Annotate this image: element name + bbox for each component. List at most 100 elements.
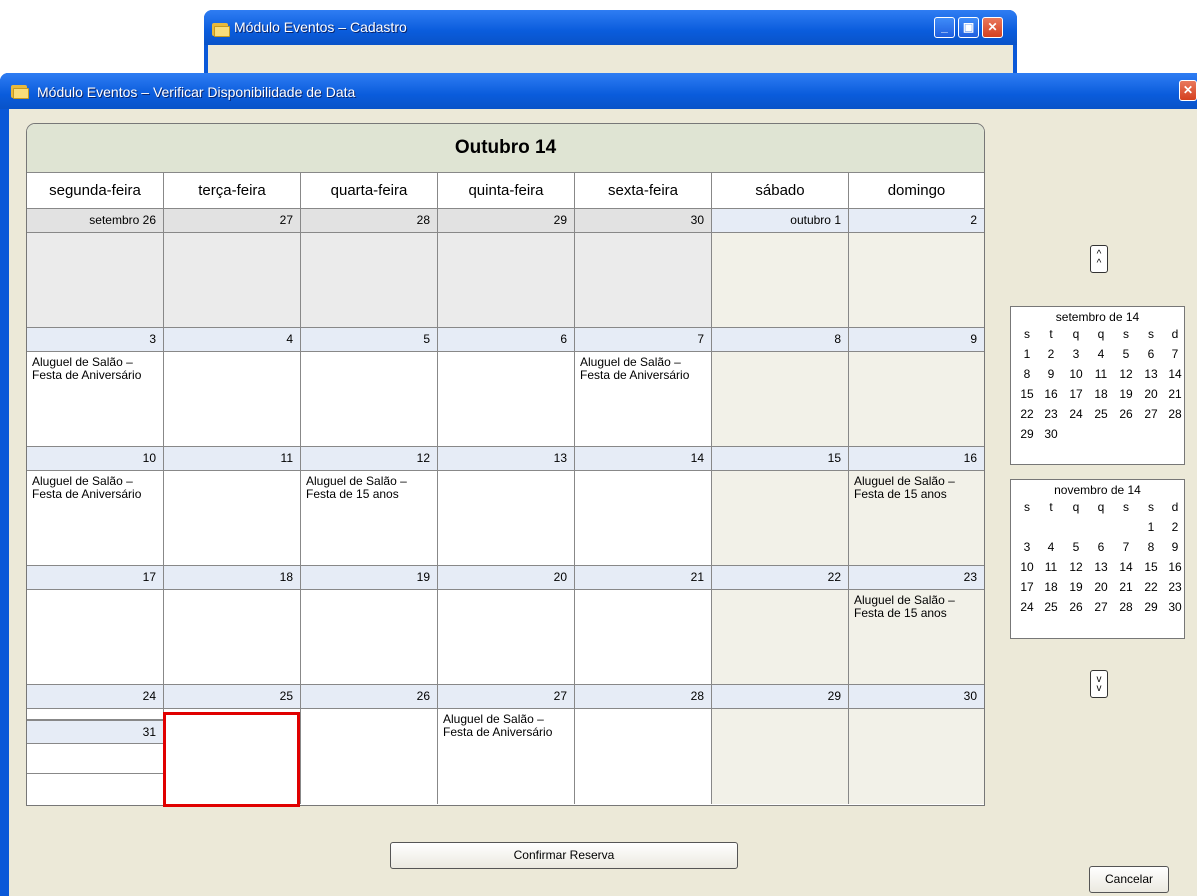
mini-calendar-day[interactable]: 22 xyxy=(1015,407,1039,421)
mini-calendar-day[interactable]: 20 xyxy=(1139,387,1163,401)
day-cell-blank[interactable] xyxy=(27,709,163,720)
mini-calendar-day[interactable]: 28 xyxy=(1163,407,1187,421)
mini-calendar-day[interactable]: 12 xyxy=(1064,560,1088,574)
day-cell[interactable]: 26 xyxy=(301,685,438,804)
mini-calendar-day[interactable]: 4 xyxy=(1089,347,1113,361)
mini-calendar-day[interactable]: 25 xyxy=(1039,600,1063,614)
mini-calendar-day[interactable]: 10 xyxy=(1064,367,1088,381)
day-cell[interactable]: 10 Aluguel de Salão – Festa de Aniversári… xyxy=(27,447,164,566)
mini-calendar-day[interactable]: 21 xyxy=(1114,580,1138,594)
mini-calendar-day[interactable]: 11 xyxy=(1089,367,1113,381)
mini-calendar-day[interactable]: 5 xyxy=(1114,347,1138,361)
close-button[interactable]: ✕ xyxy=(982,17,1003,38)
day-cell[interactable]: 28 xyxy=(301,209,438,328)
mini-calendar-day[interactable]: 6 xyxy=(1089,540,1113,554)
mini-calendar-day[interactable]: 28 xyxy=(1114,600,1138,614)
day-cell[interactable]: 30 xyxy=(575,209,712,328)
day-cell[interactable]: 29 xyxy=(712,685,849,804)
event-label[interactable]: Aluguel de Salão – Festa de 15 anos xyxy=(854,594,979,620)
mini-calendar-day[interactable]: 16 xyxy=(1039,387,1063,401)
mini-calendar-day[interactable]: 26 xyxy=(1114,407,1138,421)
day-cell[interactable]: 9 xyxy=(849,328,984,447)
mini-calendar-day[interactable]: 12 xyxy=(1114,367,1138,381)
mini-calendar-day[interactable]: 21 xyxy=(1163,387,1187,401)
mini-calendar-day[interactable]: 8 xyxy=(1015,367,1039,381)
mini-calendar-day[interactable]: 29 xyxy=(1139,600,1163,614)
mini-calendar-day[interactable]: 13 xyxy=(1139,367,1163,381)
event-label[interactable]: Aluguel de Salão – Festa de 15 anos xyxy=(854,475,979,501)
mini-calendar-day[interactable]: 23 xyxy=(1039,407,1063,421)
day-cell[interactable]: setembro 26 xyxy=(27,209,164,328)
day-cell[interactable]: 29 xyxy=(438,209,575,328)
mini-calendar-day[interactable]: 19 xyxy=(1114,387,1138,401)
mini-calendar-day[interactable]: 19 xyxy=(1064,580,1088,594)
day-cell[interactable]: 8 xyxy=(712,328,849,447)
mini-calendar-day[interactable]: 17 xyxy=(1015,580,1039,594)
event-label[interactable]: Aluguel de Salão – Festa de Aniversário xyxy=(580,356,705,382)
day-cell[interactable]: 6 xyxy=(438,328,575,447)
mini-calendar-day[interactable]: 18 xyxy=(1039,580,1063,594)
mini-calendar-day[interactable]: 9 xyxy=(1163,540,1187,554)
mini-calendar-day[interactable]: 2 xyxy=(1039,347,1063,361)
mini-calendar-day[interactable]: 27 xyxy=(1089,600,1113,614)
mini-calendar-day[interactable]: 4 xyxy=(1039,540,1063,554)
day-cell[interactable]: 27 xyxy=(164,209,301,328)
day-cell[interactable]: 22 xyxy=(712,566,849,685)
mini-calendar-day[interactable]: 27 xyxy=(1139,407,1163,421)
mini-calendar-day[interactable]: 22 xyxy=(1139,580,1163,594)
mini-calendar-day[interactable]: 24 xyxy=(1015,600,1039,614)
day-cell[interactable]: 21 xyxy=(575,566,712,685)
restore-button[interactable]: ▣ xyxy=(958,17,979,38)
mini-calendar-day[interactable]: 15 xyxy=(1139,560,1163,574)
day-cell[interactable]: 5 xyxy=(301,328,438,447)
mini-calendar-day[interactable]: 3 xyxy=(1015,540,1039,554)
day-cell[interactable]: 20 xyxy=(438,566,575,685)
day-cell[interactable]: 14 xyxy=(575,447,712,566)
day-cell[interactable]: 15 xyxy=(712,447,849,566)
day-cell[interactable]: 2 xyxy=(849,209,984,328)
mini-calendar-day[interactable]: 18 xyxy=(1089,387,1113,401)
day-cell[interactable]: 28 xyxy=(575,685,712,804)
day-cell[interactable]: 30 xyxy=(849,685,984,804)
availability-window-titlebar[interactable]: Módulo Eventos – Verificar Disponibilida… xyxy=(0,73,1197,109)
day-cell[interactable]: 13 xyxy=(438,447,575,566)
day-cell[interactable]: 4 xyxy=(164,328,301,447)
mini-calendar-day[interactable]: 8 xyxy=(1139,540,1163,554)
mini-calendar-day[interactable]: 29 xyxy=(1015,427,1039,441)
previous-month-button[interactable]: ^ ^ xyxy=(1090,245,1108,273)
next-month-button[interactable]: vv xyxy=(1090,670,1108,698)
mini-calendar-day[interactable]: 30 xyxy=(1163,600,1187,614)
mini-calendar-day[interactable]: 10 xyxy=(1015,560,1039,574)
day-cell[interactable]: 3 Aluguel de Salão – Festa de Aniversário xyxy=(27,328,164,447)
day-cell-extra[interactable] xyxy=(27,744,163,774)
mini-calendar-day[interactable]: 17 xyxy=(1064,387,1088,401)
event-label[interactable]: Aluguel de Salão – Festa de 15 anos xyxy=(306,475,431,501)
mini-calendar-day[interactable]: 1 xyxy=(1139,520,1163,534)
background-window-titlebar[interactable]: Módulo Eventos – Cadastro _ ▣ ✕ xyxy=(204,10,1017,45)
day-cell[interactable]: outubro 1 xyxy=(712,209,849,328)
mini-calendar-day[interactable]: 7 xyxy=(1163,347,1187,361)
mini-calendar-day[interactable]: 30 xyxy=(1039,427,1063,441)
mini-calendar-day[interactable]: 16 xyxy=(1163,560,1187,574)
mini-calendar-day[interactable]: 5 xyxy=(1064,540,1088,554)
day-cell[interactable]: 23 Aluguel de Salão – Festa de 15 anos xyxy=(849,566,984,685)
mini-calendar-day[interactable]: 11 xyxy=(1039,560,1063,574)
event-label[interactable]: Aluguel de Salão – Festa de Aniversário xyxy=(443,713,568,739)
day-cell[interactable]: 18 xyxy=(164,566,301,685)
mini-calendar-day[interactable]: 7 xyxy=(1114,540,1138,554)
mini-calendar-day[interactable]: 14 xyxy=(1114,560,1138,574)
mini-calendar-day[interactable]: 15 xyxy=(1015,387,1039,401)
confirm-reservation-button[interactable]: Confirmar Reserva xyxy=(390,842,738,869)
mini-calendar-day[interactable]: 14 xyxy=(1163,367,1187,381)
mini-calendar-day[interactable]: 6 xyxy=(1139,347,1163,361)
mini-calendar-day[interactable]: 3 xyxy=(1064,347,1088,361)
mini-calendar-day[interactable]: 1 xyxy=(1015,347,1039,361)
day-cell[interactable]: 17 xyxy=(27,566,164,685)
minimize-button[interactable]: _ xyxy=(934,17,955,38)
day-cell[interactable]: 24 31 xyxy=(27,685,164,804)
mini-calendar-day[interactable]: 2 xyxy=(1163,520,1187,534)
cancel-button[interactable]: Cancelar xyxy=(1089,866,1169,893)
day-cell[interactable]: 19 xyxy=(301,566,438,685)
mini-calendar-day[interactable]: 13 xyxy=(1089,560,1113,574)
close-button[interactable]: ✕ xyxy=(1179,80,1197,101)
